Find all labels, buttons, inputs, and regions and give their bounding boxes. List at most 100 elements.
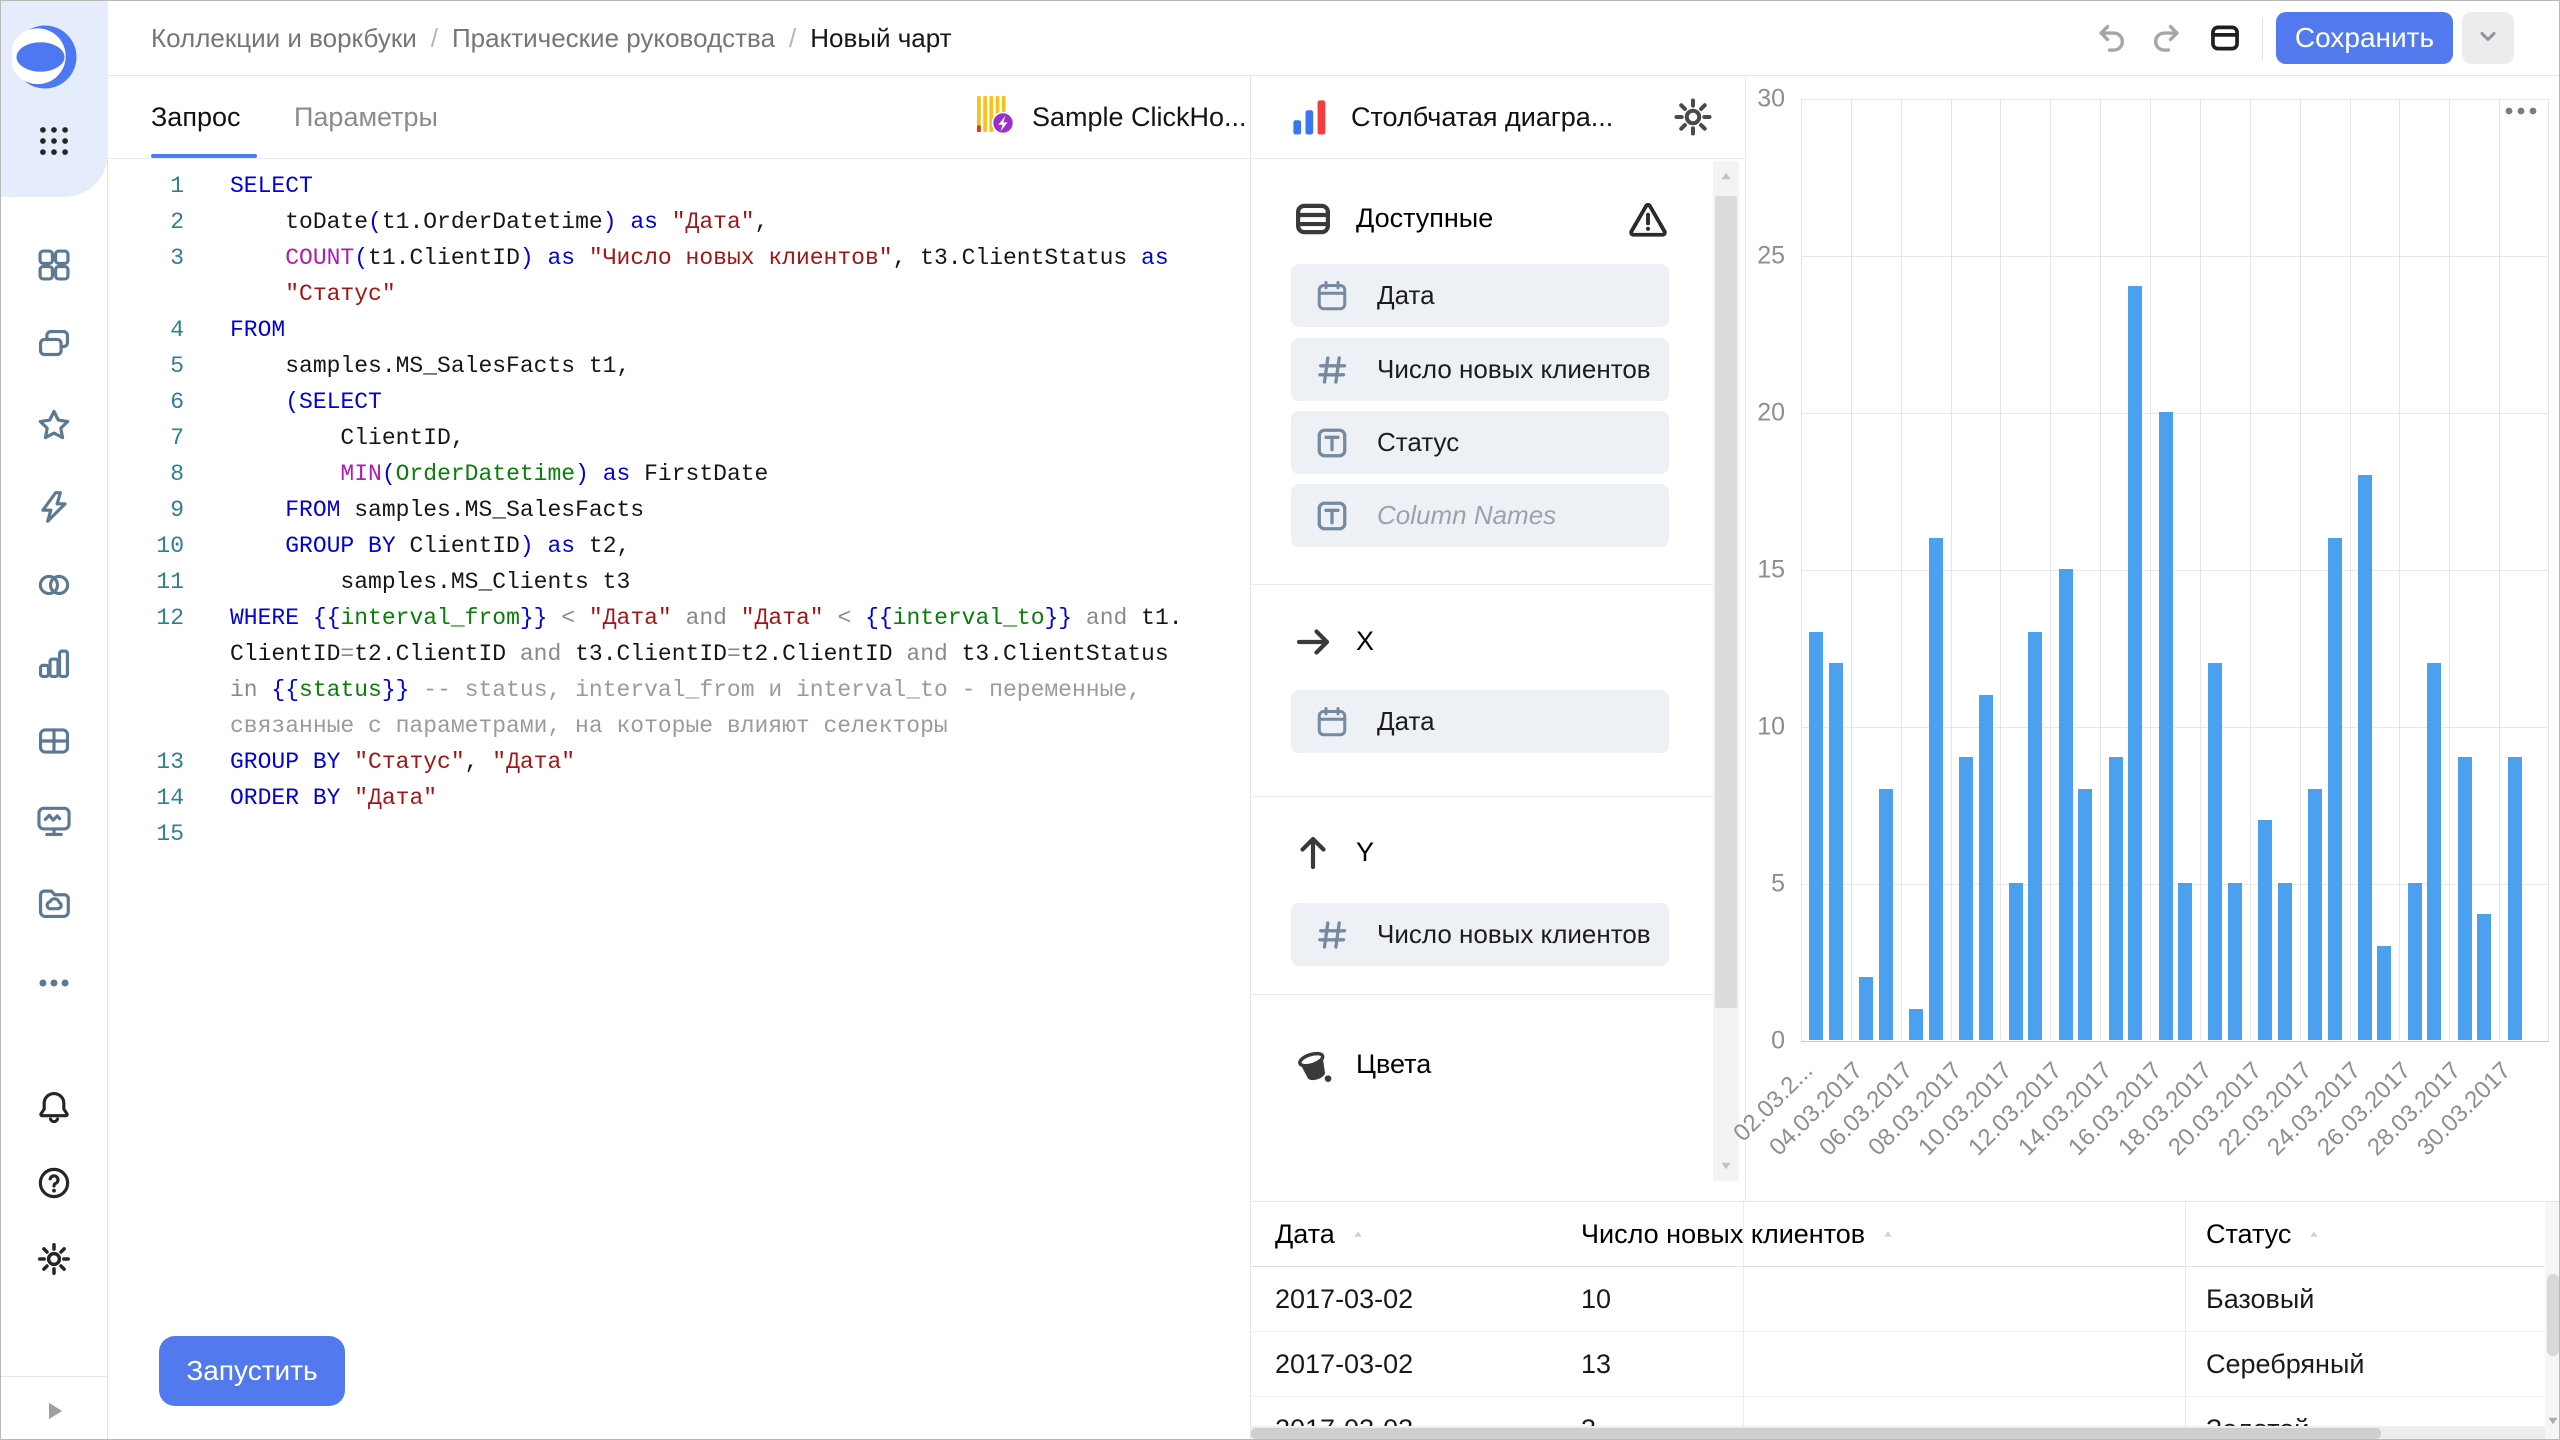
x-gridline: [1801, 99, 1802, 1041]
table-header-3[interactable]: Статус: [2206, 1202, 2323, 1266]
save-button[interactable]: Сохранить: [2276, 12, 2453, 64]
section-available-icon: [1291, 197, 1335, 241]
chevron-down-icon: [2476, 24, 2500, 53]
sidebar-item-star-icon[interactable]: [34, 405, 74, 445]
sort-asc-icon[interactable]: [2305, 1225, 2323, 1243]
field-available-3[interactable]: Статус: [1291, 411, 1669, 474]
y-gridline: [1801, 570, 2549, 571]
sidebar-item-collections-icon[interactable]: [34, 325, 74, 365]
table-header-2[interactable]: Число новых клиентов: [1581, 1202, 1897, 1266]
run-button[interactable]: Запустить: [159, 1336, 345, 1406]
section-divider: [1251, 584, 1713, 585]
bar-22.03.2017: [2308, 789, 2322, 1040]
y-axis-label: 20: [1757, 399, 1785, 428]
sidebar-item-table-grid-icon[interactable]: [34, 721, 74, 761]
fields-scrollbar-thumb[interactable]: [1715, 196, 1737, 1008]
code-text: in {{status}} -- status, interval_from и…: [230, 672, 1141, 708]
breadcrumb-link[interactable]: Коллекции и воркбуки: [151, 23, 417, 54]
y-axis-label: 10: [1757, 713, 1785, 742]
table-header-1[interactable]: Дата: [1275, 1202, 1367, 1266]
bar-07.03.2017: [1929, 538, 1943, 1040]
tab-params[interactable]: Параметры: [294, 76, 438, 159]
field-label: Дата: [1377, 280, 1435, 311]
bar-06.03.2017: [1909, 1009, 1923, 1040]
bar-30.03.2017: [2508, 757, 2522, 1040]
field-available-4[interactable]: Column Names: [1291, 484, 1669, 547]
sidebar-item-monitor-icon[interactable]: [34, 801, 74, 841]
sidebar-item-cloud-folder-icon[interactable]: [34, 883, 74, 923]
topbar-divider: [2262, 18, 2263, 60]
bar-12.03.2017: [2059, 569, 2073, 1040]
bar-04.03.2017: [1859, 977, 1873, 1040]
field-label: Column Names: [1377, 500, 1556, 531]
sql-code-editor[interactable]: 1SELECT2 toDate(t1.OrderDatetime) as "Да…: [108, 159, 1248, 852]
expand-sidebar-button[interactable]: [34, 1393, 74, 1429]
code-text: samples.MS_Clients t3: [230, 564, 630, 600]
sort-asc-icon[interactable]: [1879, 1225, 1897, 1243]
sidebar-bell-icon[interactable]: [34, 1087, 74, 1127]
table-vertical-scrollbar[interactable]: [2545, 1202, 2560, 1440]
line-number: [108, 672, 184, 708]
bar-05.03.2017: [1879, 789, 1893, 1040]
scroll-up-icon[interactable]: [1713, 163, 1739, 189]
sidebar-item-squares-icon[interactable]: [34, 245, 74, 285]
x-gridline: [2150, 99, 2151, 1041]
datalens-logo-icon[interactable]: [12, 24, 78, 90]
sort-asc-icon[interactable]: [1349, 1225, 1367, 1243]
breadcrumb-link[interactable]: Практические руководства: [452, 23, 775, 54]
column-label: Статус: [2206, 1219, 2291, 1250]
field-available-2[interactable]: Число новых клиентов: [1291, 338, 1669, 401]
x-gridline: [2449, 99, 2450, 1041]
x-gridline: [2100, 99, 2101, 1041]
scroll-down-icon[interactable]: [1713, 1153, 1739, 1179]
fields-scrollbar[interactable]: [1713, 161, 1739, 1181]
code-line: 14ORDER BY "Дата": [108, 780, 1248, 816]
undo-icon[interactable]: [2088, 15, 2134, 61]
x-gridline: [1851, 99, 1852, 1041]
y-axis-label: 0: [1771, 1027, 1785, 1056]
section-colors-icon: [1291, 1043, 1335, 1087]
topbar: Коллекции и воркбуки / Практические руково…: [108, 1, 2559, 76]
code-line: 3 COUNT(t1.ClientID) as "Число новых кли…: [108, 240, 1248, 276]
chart-menu-icon[interactable]: [2501, 101, 2545, 125]
bar-21.03.2017: [2278, 883, 2292, 1040]
y-axis-label: 25: [1757, 242, 1785, 271]
line-number: 5: [108, 348, 184, 384]
code-text: MIN(OrderDatetime) as FirstDate: [230, 456, 768, 492]
save-menu-button[interactable]: [2462, 12, 2514, 64]
line-number: [108, 636, 184, 672]
bar-26.03.2017: [2408, 883, 2422, 1040]
breadcrumb-separator: /: [789, 23, 796, 54]
datasource-chip[interactable]: Sample ClickHo...: [956, 76, 1247, 159]
redo-icon[interactable]: [2144, 15, 2190, 61]
table-hscroll-thumb[interactable]: [1251, 1428, 2381, 1439]
section-warning-icon[interactable]: [1626, 197, 1670, 241]
sidebar-help-icon[interactable]: [34, 1163, 74, 1203]
table-row: 2017-03-0213Серебряный: [1251, 1332, 2545, 1397]
code-line: "Статус": [108, 276, 1248, 312]
y-gridline: [1801, 1041, 2549, 1042]
section-colors-label: Цвета: [1356, 1049, 1431, 1080]
sidebar-item-more-dots-icon[interactable]: [34, 963, 74, 1003]
table-horizontal-scrollbar[interactable]: [1251, 1426, 2545, 1440]
bar-chart-type-icon[interactable]: [1289, 96, 1333, 140]
field-x-1[interactable]: Дата: [1291, 690, 1669, 753]
sidebar-item-circles-icon[interactable]: [34, 565, 74, 605]
field-available-1[interactable]: Дата: [1291, 264, 1669, 327]
sidebar-item-bar-chart-icon[interactable]: [34, 643, 74, 683]
sidebar-item-lightning-icon[interactable]: [34, 487, 74, 527]
code-line: 8 MIN(OrderDatetime) as FirstDate: [108, 456, 1248, 492]
apps-grid-icon[interactable]: [34, 121, 74, 161]
code-text: (SELECT: [230, 384, 382, 420]
section-y-icon: [1291, 831, 1335, 875]
chart-settings-gear-icon[interactable]: [1671, 95, 1717, 141]
table-vscroll-thumb[interactable]: [2547, 1274, 2559, 1356]
code-line: 10 GROUP BY ClientID) as t2,: [108, 528, 1248, 564]
layout-panel-icon[interactable]: [2202, 15, 2248, 61]
sidebar-gear-icon[interactable]: [34, 1239, 74, 1279]
table-header-row: Дата Число новых клиентов Статус: [1251, 1202, 2545, 1267]
tab-query[interactable]: Запрос: [151, 76, 240, 159]
code-text: GROUP BY ClientID) as t2,: [230, 528, 630, 564]
field-y-1[interactable]: Число новых клиентов: [1291, 903, 1669, 966]
chart-type-title[interactable]: Столбчатая диагра...: [1351, 76, 1613, 159]
